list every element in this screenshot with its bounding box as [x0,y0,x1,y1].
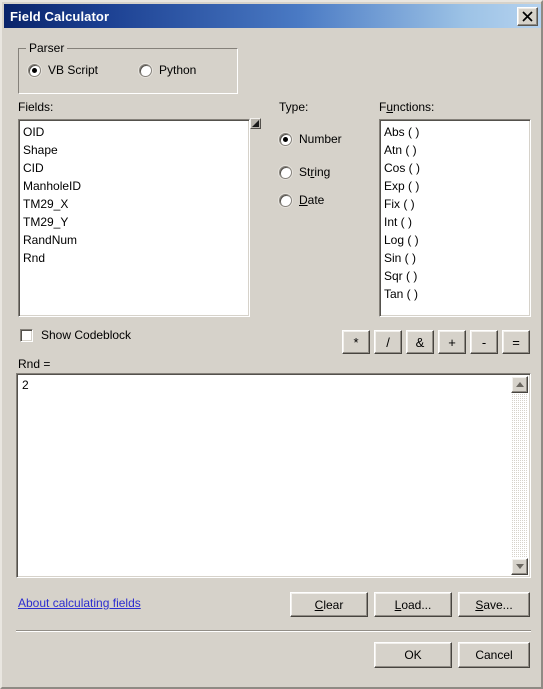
radio-type-number-indicator [279,132,292,146]
list-item[interactable]: Fix ( ) [380,195,530,213]
list-item[interactable]: Cos ( ) [380,159,530,177]
field-calculator-dialog: Field Calculator Parser VB Script Python… [0,0,543,689]
type-label: Type: [279,100,309,114]
operator-concat-button[interactable]: & [406,330,434,354]
close-button[interactable] [517,7,538,26]
radio-python-label: Python [159,63,197,77]
expression-value: 2 [22,378,29,392]
show-codeblock-indicator [20,328,33,342]
triangle-down-icon [515,564,524,569]
radio-type-date[interactable]: Date [279,193,324,207]
radio-type-number[interactable]: Number [279,132,342,146]
list-item[interactable]: Atn ( ) [380,141,530,159]
load-button-label: Load... [394,597,432,612]
parser-legend: Parser [26,41,68,55]
list-item[interactable]: OID [19,123,249,141]
resize-grip-icon[interactable] [250,118,261,129]
radio-vb-script[interactable]: VB Script [28,63,98,77]
window-title: Field Calculator [10,8,110,24]
list-item[interactable]: Sin ( ) [380,249,530,267]
about-calculating-fields-link[interactable]: About calculating fields [18,596,141,610]
title-bar: Field Calculator [4,4,541,28]
radio-type-number-label: Number [299,132,342,146]
close-icon [522,11,533,22]
radio-python[interactable]: Python [139,63,196,77]
functions-label: Functions: [379,100,435,114]
clear-button[interactable]: Clear [290,592,368,617]
radio-python-indicator [139,63,152,77]
fields-listbox[interactable]: OID Shape CID ManholeID TM29_X TM29_Y Ra… [18,119,250,317]
radio-type-string-label: String [299,165,331,179]
list-item[interactable]: Rnd [19,249,249,267]
list-item[interactable]: RandNum [19,231,249,249]
radio-type-date-label: Date [299,193,325,207]
expression-label: Rnd = [18,357,51,371]
radio-vb-script-label: VB Script [48,63,99,77]
list-item[interactable]: Sqr ( ) [380,267,530,285]
operator-button-group: * / & + - = [342,330,530,354]
list-item[interactable]: Int ( ) [380,213,530,231]
triangle-up-icon [515,382,524,387]
list-item[interactable]: Abs ( ) [380,123,530,141]
list-item[interactable]: Exp ( ) [380,177,530,195]
fields-label: Fields: [18,100,54,114]
expression-scrollbar[interactable] [511,376,528,575]
list-item[interactable]: Shape [19,141,249,159]
save-button-label: Save... [475,597,513,612]
ok-button[interactable]: OK [374,642,452,668]
save-button[interactable]: Save... [458,592,530,617]
expression-textarea[interactable]: 2 [16,373,531,578]
list-item[interactable]: Tan ( ) [380,285,530,303]
radio-type-string[interactable]: String [279,165,330,179]
operator-plus-button[interactable]: + [438,330,466,354]
operator-divide-button[interactable]: / [374,330,402,354]
operator-minus-button[interactable]: - [470,330,498,354]
radio-type-string-indicator [279,165,292,179]
list-item[interactable]: TM29_Y [19,213,249,231]
list-item[interactable]: ManholeID [19,177,249,195]
operator-equals-button[interactable]: = [502,330,530,354]
list-item[interactable]: CID [19,159,249,177]
scroll-down-button[interactable] [511,558,528,575]
radio-vb-script-indicator [28,63,41,77]
show-codeblock-label: Show Codeblock [41,328,132,342]
show-codeblock-checkbox[interactable]: Show Codeblock [20,328,131,342]
scroll-up-button[interactable] [511,376,528,393]
list-item[interactable]: Log ( ) [380,231,530,249]
clear-button-label: Clear [314,597,344,612]
cancel-button[interactable]: Cancel [458,642,530,668]
load-button[interactable]: Load... [374,592,452,617]
footer-separator [16,630,531,632]
operator-multiply-button[interactable]: * [342,330,370,354]
radio-type-date-indicator [279,193,292,207]
list-item[interactable]: TM29_X [19,195,249,213]
functions-listbox[interactable]: Abs ( ) Atn ( ) Cos ( ) Exp ( ) Fix ( ) … [379,119,531,317]
